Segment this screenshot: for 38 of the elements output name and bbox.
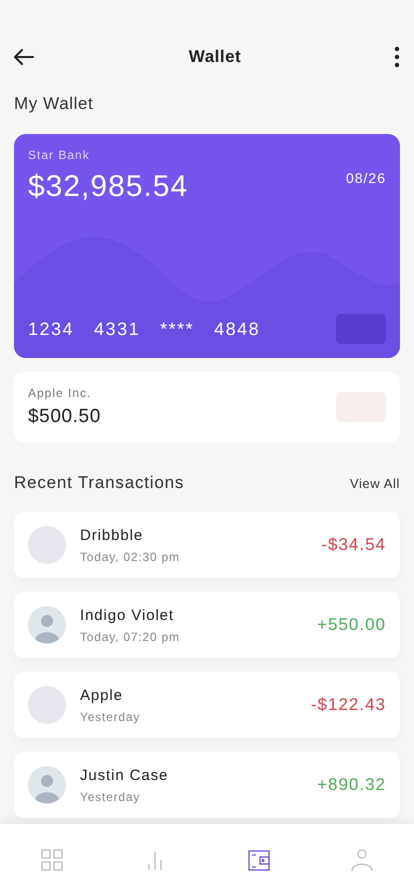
- bank-name: Star Bank: [28, 148, 91, 162]
- transaction-amount: +890.32: [317, 775, 386, 795]
- transaction-time: Yesterday: [80, 790, 142, 804]
- wallet-icon[interactable]: [246, 848, 271, 872]
- avatar-placeholder: [28, 686, 66, 724]
- card-number-group: 4331: [94, 318, 140, 340]
- page-title: Wallet: [188, 47, 242, 67]
- transaction-card[interactable]: Indigo Violet Today, 07:20 pm +550.00: [14, 592, 400, 658]
- card-number-group: ****: [160, 318, 194, 340]
- card-number-group: 1234: [28, 318, 74, 340]
- transaction-name: Dribbble: [80, 526, 144, 544]
- card-expiry: 08/26: [346, 170, 386, 188]
- card-balance: $32,985.54: [28, 170, 188, 204]
- view-all-link[interactable]: View All: [350, 476, 400, 490]
- transaction-card[interactable]: Justin Case Yesterday +890.32: [14, 752, 400, 818]
- more-icon[interactable]: [394, 45, 400, 69]
- avatar-placeholder: [28, 526, 66, 564]
- transaction-time: Today, 07:20 pm: [80, 630, 181, 644]
- account-name: Apple Inc.: [28, 386, 92, 400]
- transaction-time: Yesterday: [80, 710, 142, 724]
- account-card[interactable]: Apple Inc. $500.50: [14, 372, 400, 442]
- account-amount: $500.50: [28, 406, 101, 428]
- card-number-group: 4848: [214, 318, 260, 340]
- transaction-card[interactable]: Apple Yesterday -$122.43: [14, 672, 400, 738]
- transaction-name: Indigo Violet: [80, 606, 175, 624]
- section-title: Recent Transactions: [14, 473, 184, 493]
- avatar-icon: [28, 606, 66, 644]
- avatar-icon: [28, 766, 66, 804]
- card-chip: [336, 314, 386, 344]
- section-title: My Wallet: [14, 94, 94, 114]
- transaction-time: Today, 02:30 pm: [80, 550, 181, 564]
- transaction-card[interactable]: Dribbble Today, 02:30 pm -$34.54: [14, 512, 400, 578]
- transaction-name: Justin Case: [80, 766, 170, 784]
- bank-card[interactable]: Star Bank $32,985.54 08/26 1234 4331 **** 4848: [14, 134, 400, 358]
- transaction-amount: +550.00: [317, 615, 386, 635]
- transaction-amount: -$122.43: [310, 695, 386, 715]
- transaction-amount: -$34.54: [321, 535, 386, 555]
- transaction-name: Apple: [80, 686, 124, 704]
